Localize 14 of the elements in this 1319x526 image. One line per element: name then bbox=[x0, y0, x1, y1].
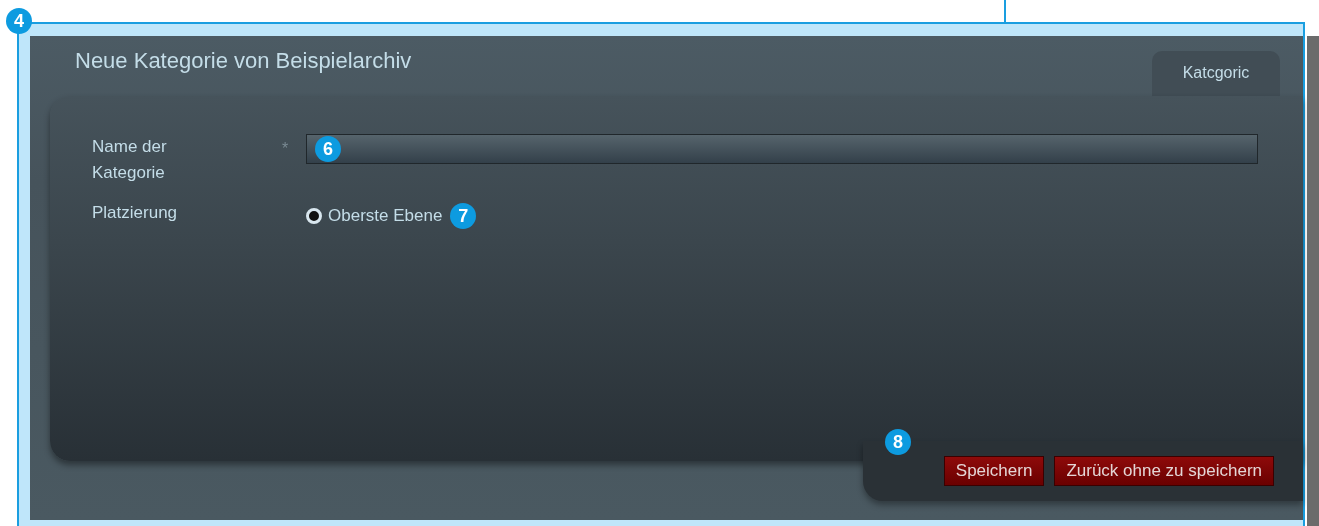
field-label: Name der Kategorie bbox=[92, 136, 168, 184]
required-mark: * bbox=[282, 139, 290, 159]
action-button[interactable]: Speichern bbox=[943, 456, 1045, 486]
callout-badge: 7 bbox=[450, 203, 477, 229]
dialog-title: Neue Kategorie von Beispielarchiv bbox=[75, 48, 412, 74]
field-label: Platzierung bbox=[92, 202, 179, 224]
input-field[interactable] bbox=[306, 134, 1258, 164]
action-button[interactable]: Zurück ohne zu speichern bbox=[1054, 456, 1274, 486]
radio-label: Oberste Ebene bbox=[328, 205, 443, 227]
callout-badge: 4 bbox=[6, 8, 32, 34]
callout-badge: 8 bbox=[885, 429, 911, 455]
tab[interactable]: Katcgoric bbox=[1152, 51, 1280, 96]
radio-button[interactable] bbox=[306, 208, 322, 224]
scrollbar[interactable] bbox=[1307, 36, 1319, 526]
